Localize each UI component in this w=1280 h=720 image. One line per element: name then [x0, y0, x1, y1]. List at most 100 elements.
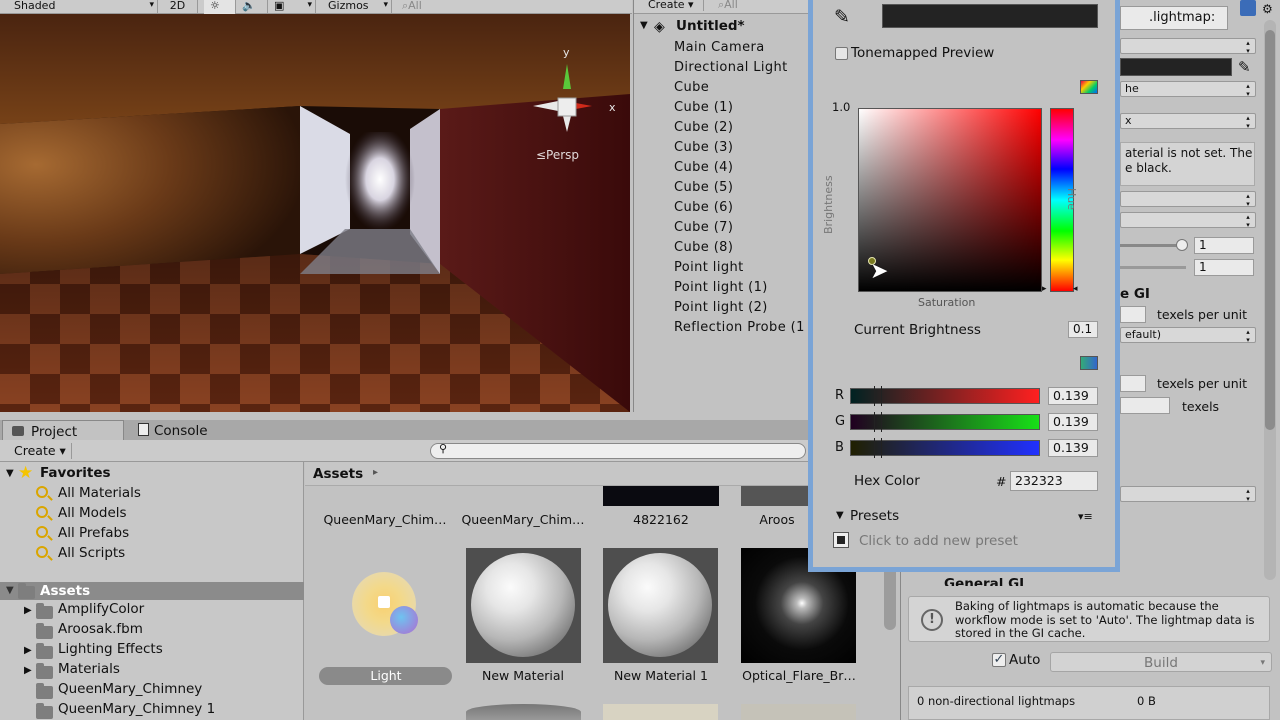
orientation-gizmo[interactable]: y x	[530, 44, 625, 164]
inspector-dropdown[interactable]	[1120, 212, 1256, 229]
lightmap-params-dropdown[interactable]: efault)	[1120, 327, 1256, 344]
favorite-item[interactable]: All Scripts	[58, 545, 125, 561]
scene-name[interactable]: Untitled*	[676, 18, 745, 34]
collapse-arrow-icon[interactable]: ▼	[6, 468, 14, 479]
folder-item[interactable]: AmplifyColor	[58, 601, 144, 617]
gi-section-header[interactable]: e GI	[1120, 286, 1150, 302]
new-material-1-thumbnail[interactable]	[603, 548, 718, 663]
r-slider-thumb[interactable]	[874, 386, 882, 406]
collapse-arrow-icon[interactable]: ▼	[836, 510, 844, 521]
g-slider-thumb[interactable]	[874, 412, 882, 432]
g-input[interactable]: 0.139	[1048, 413, 1098, 431]
effects-dropdown[interactable]: ▣	[268, 0, 316, 14]
inspector-dropdown[interactable]	[1120, 191, 1256, 208]
rgb-mode-icon[interactable]	[1080, 356, 1098, 370]
gizmos-dropdown[interactable]: Gizmos	[322, 0, 392, 14]
tab-project[interactable]: Project	[2, 420, 124, 440]
expand-arrow-icon[interactable]: ▶	[24, 665, 32, 676]
hierarchy-item[interactable]: Main Camera	[674, 40, 765, 55]
presets-label[interactable]: Presets	[850, 508, 899, 524]
favorites-label[interactable]: Favorites	[40, 465, 111, 481]
hex-color-input[interactable]: 232323	[1010, 471, 1098, 491]
inspector-scrollbar[interactable]	[1265, 30, 1275, 430]
source-dropdown[interactable]: x	[1120, 113, 1256, 130]
texture-thumbnail[interactable]	[603, 704, 718, 720]
hierarchy-item[interactable]: Cube (6)	[674, 200, 733, 215]
shading-mode-dropdown[interactable]: Shaded	[0, 0, 158, 14]
hierarchy-item[interactable]: Cube (4)	[674, 160, 733, 175]
folder-item[interactable]: Aroosak.fbm	[58, 621, 143, 637]
gear-icon[interactable]: ⚙	[1262, 2, 1273, 16]
book-icon[interactable]	[1240, 0, 1256, 16]
current-brightness-input[interactable]: 0.1	[1068, 321, 1098, 338]
tonemapped-checkbox[interactable]	[835, 47, 848, 60]
baked-resolution-input[interactable]	[1120, 375, 1146, 392]
asset-label[interactable]: Optical_Flare_Br…	[736, 668, 862, 683]
mode-dropdown[interactable]: he	[1120, 81, 1256, 98]
r-input[interactable]: 0.139	[1048, 387, 1098, 405]
hierarchy-item[interactable]: Point light	[674, 260, 744, 275]
lightmap-name-field[interactable]: .lightmap:	[1120, 6, 1228, 30]
folder-item[interactable]: Lighting Effects	[58, 641, 163, 657]
eyedropper-icon[interactable]: ✎	[834, 6, 850, 28]
persp-label[interactable]: ≤Persp	[536, 148, 579, 162]
bounce-input[interactable]: 1	[1194, 259, 1254, 276]
hierarchy-item[interactable]: Cube	[674, 80, 709, 95]
b-slider-thumb[interactable]	[874, 438, 882, 458]
hierarchy-item[interactable]: Cube (7)	[674, 220, 733, 235]
asset-label[interactable]: New Material 1	[598, 668, 724, 683]
hierarchy-item[interactable]: Cube (2)	[674, 120, 733, 135]
asset-label[interactable]: Aroos	[741, 512, 813, 527]
expand-arrow-icon[interactable]: ▶	[24, 605, 32, 616]
texture-thumbnail[interactable]	[741, 704, 856, 720]
material-thumbnail[interactable]	[466, 704, 581, 720]
hierarchy-item[interactable]: Cube (5)	[674, 180, 733, 195]
color-field[interactable]	[1120, 58, 1232, 76]
tab-console[interactable]: Console	[130, 420, 250, 440]
scene-search-input[interactable]: ⌕All	[396, 0, 632, 14]
hierarchy-item[interactable]: Point light (2)	[674, 300, 768, 315]
folder-item[interactable]: Materials	[58, 661, 120, 677]
asset-label[interactable]: New Material	[460, 668, 586, 683]
favorite-item[interactable]: All Models	[58, 505, 127, 521]
hierarchy-item[interactable]: Point light (1)	[674, 280, 768, 295]
assets-selected-row[interactable]: ▼ Assets	[0, 582, 304, 600]
lightmap-size-dropdown[interactable]	[1120, 486, 1256, 503]
asset-label[interactable]: Light	[323, 668, 449, 683]
hierarchy-search-input[interactable]: ⌕All	[718, 0, 738, 12]
inspector-dropdown[interactable]	[1120, 38, 1256, 55]
folder-item[interactable]: QueenMary_Chimney	[58, 681, 202, 697]
slider-mode-icon[interactable]	[1080, 80, 1098, 94]
b-input[interactable]: 0.139	[1048, 439, 1098, 457]
preset-swatch[interactable]	[833, 532, 849, 548]
auto-checkbox[interactable]: ✓	[992, 653, 1006, 667]
texture-thumbnail[interactable]	[603, 486, 719, 506]
mode-2d-toggle[interactable]: 2D	[158, 0, 198, 14]
hierarchy-item[interactable]: Cube (8)	[674, 240, 733, 255]
general-gi-header[interactable]: General GI	[944, 576, 1024, 586]
favorite-item[interactable]: All Prefabs	[58, 525, 129, 541]
texture-thumbnail[interactable]	[741, 486, 811, 506]
menu-icon[interactable]: ▾≡	[1078, 510, 1093, 523]
padding-input[interactable]	[1120, 397, 1170, 414]
eyedropper-icon[interactable]: ✎	[1238, 58, 1251, 76]
new-material-thumbnail[interactable]	[466, 548, 581, 663]
hierarchy-item[interactable]: Cube (1)	[674, 100, 733, 115]
intensity-input[interactable]: 1	[1194, 237, 1254, 254]
asset-label[interactable]: QueenMary_Chim…	[460, 512, 586, 527]
collapse-arrow-icon[interactable]: ▼	[6, 585, 14, 596]
intensity-slider-thumb[interactable]	[1176, 239, 1188, 251]
hierarchy-item[interactable]: Directional Light	[674, 60, 788, 75]
audio-toggle[interactable]: 🔈	[236, 0, 268, 14]
hierarchy-create-button[interactable]: Create ▾	[640, 0, 704, 11]
collapse-arrow-icon[interactable]: ▼	[640, 20, 648, 31]
lighting-toggle[interactable]: ☼	[204, 0, 236, 14]
asset-label[interactable]: QueenMary_Chim…	[322, 512, 448, 527]
bounce-slider-track[interactable]	[1120, 266, 1186, 269]
project-create-button[interactable]: Create ▾	[8, 443, 72, 459]
favorite-item[interactable]: All Materials	[58, 485, 141, 501]
add-preset-label[interactable]: Click to add new preset	[859, 533, 1018, 549]
build-button[interactable]: Build ▾	[1050, 652, 1272, 672]
project-search-input[interactable]: ⚲	[430, 442, 806, 459]
asset-label[interactable]: 4822162	[598, 512, 724, 527]
